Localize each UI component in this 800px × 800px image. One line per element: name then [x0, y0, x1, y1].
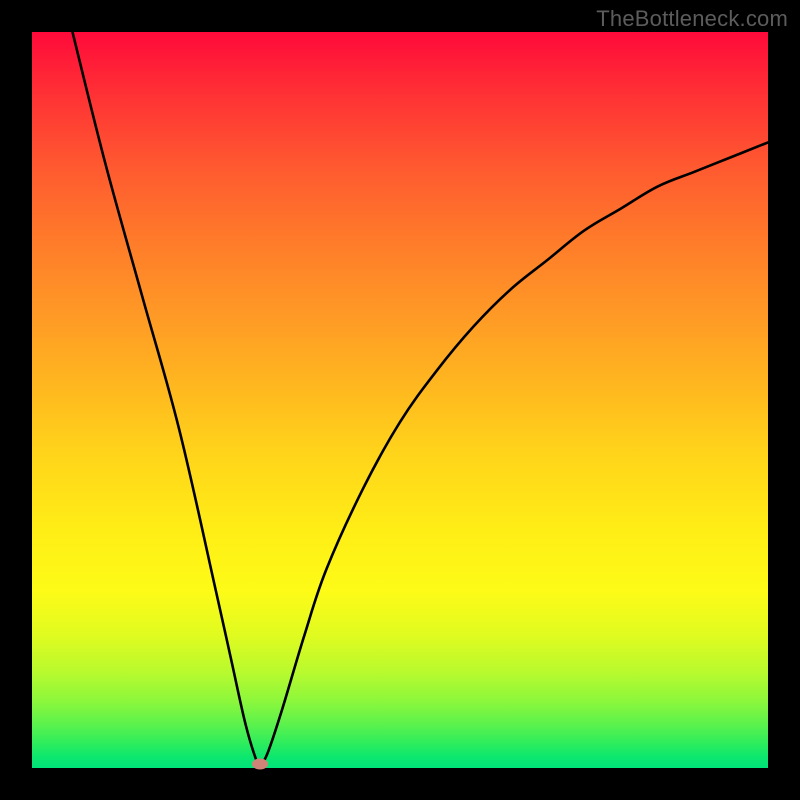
plot-area: [32, 32, 768, 768]
watermark-text: TheBottleneck.com: [596, 6, 788, 32]
minimum-marker: [252, 759, 268, 770]
bottleneck-curve: [32, 32, 768, 768]
